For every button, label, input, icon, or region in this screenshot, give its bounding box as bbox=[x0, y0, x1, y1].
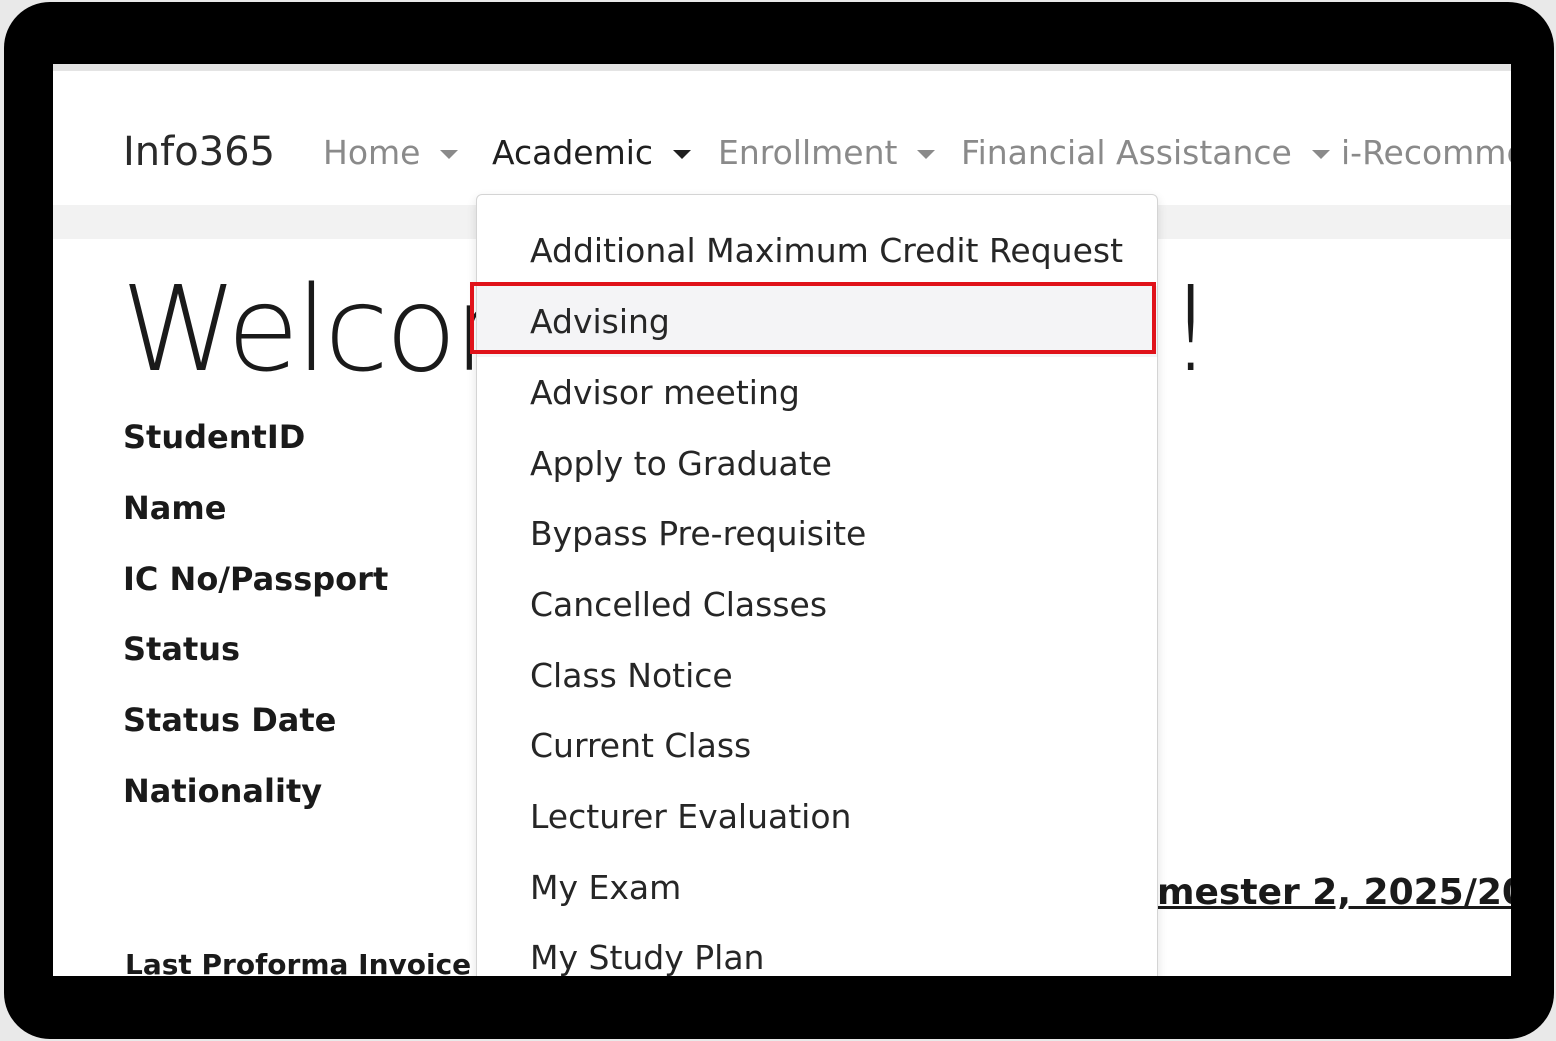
nav-academic-label: Academic bbox=[492, 133, 654, 172]
menu-item-advisor-meeting[interactable]: Advisor meeting bbox=[477, 357, 1157, 428]
menu-item-apply-to-graduate[interactable]: Apply to Graduate bbox=[477, 428, 1157, 499]
device-frame: Info365 Home Academic Enrollment Financi… bbox=[4, 2, 1554, 1039]
menu-item-additional-max-credit[interactable]: Additional Maximum Credit Request bbox=[477, 215, 1157, 286]
navbar: Info365 Home Academic Enrollment Financi… bbox=[53, 71, 1511, 205]
menu-item-cancelled-classes[interactable]: Cancelled Classes bbox=[477, 569, 1157, 640]
nav-home-label: Home bbox=[323, 133, 421, 172]
nav-i-recommend[interactable]: i-Recomme bbox=[1341, 133, 1511, 172]
menu-item-my-study-plan[interactable]: My Study Plan bbox=[477, 922, 1157, 976]
field-label-status: Status bbox=[123, 630, 241, 668]
caret-down-icon bbox=[917, 150, 936, 159]
semester-link[interactable]: mester 2, 2025/2026 bbox=[1157, 872, 1511, 913]
menu-item-bypass-prerequisite[interactable]: Bypass Pre-requisite bbox=[477, 498, 1157, 569]
nav-financial-assistance[interactable]: Financial Assistance bbox=[961, 133, 1330, 172]
menu-item-advising[interactable]: Advising bbox=[477, 286, 1157, 357]
menu-item-my-exam[interactable]: My Exam bbox=[477, 852, 1157, 923]
menu-item-current-class[interactable]: Current Class bbox=[477, 710, 1157, 781]
field-label-name: Name bbox=[123, 489, 227, 527]
field-label-ic-passport: IC No/Passport bbox=[123, 560, 389, 598]
field-label-status-date: Status Date bbox=[123, 701, 337, 739]
caret-down-icon bbox=[673, 150, 692, 159]
top-divider bbox=[53, 64, 1511, 71]
brand-logo[interactable]: Info365 bbox=[123, 129, 275, 175]
academic-dropdown-menu: Additional Maximum Credit Request Advisi… bbox=[476, 194, 1158, 976]
menu-item-lecturer-evaluation[interactable]: Lecturer Evaluation bbox=[477, 781, 1157, 852]
nav-academic[interactable]: Academic bbox=[492, 133, 692, 172]
welcome-heading-end: ! bbox=[1167, 260, 1215, 398]
browser-screen: Info365 Home Academic Enrollment Financi… bbox=[53, 64, 1511, 976]
field-label-nationality: Nationality bbox=[123, 772, 323, 810]
nav-enrollment-label: Enrollment bbox=[718, 133, 898, 172]
nav-home[interactable]: Home bbox=[323, 133, 459, 172]
nav-i-recommend-label: i-Recomme bbox=[1341, 133, 1511, 172]
menu-item-class-notice[interactable]: Class Notice bbox=[477, 640, 1157, 711]
caret-down-icon bbox=[440, 150, 459, 159]
welcome-heading: Welcor bbox=[121, 260, 502, 398]
nav-enrollment[interactable]: Enrollment bbox=[718, 133, 936, 172]
proforma-invoice-label: Last Proforma Invoice Is bbox=[125, 948, 509, 976]
field-label-studentid: StudentID bbox=[123, 418, 306, 456]
caret-down-icon bbox=[1311, 150, 1330, 159]
nav-financial-assistance-label: Financial Assistance bbox=[961, 133, 1292, 172]
